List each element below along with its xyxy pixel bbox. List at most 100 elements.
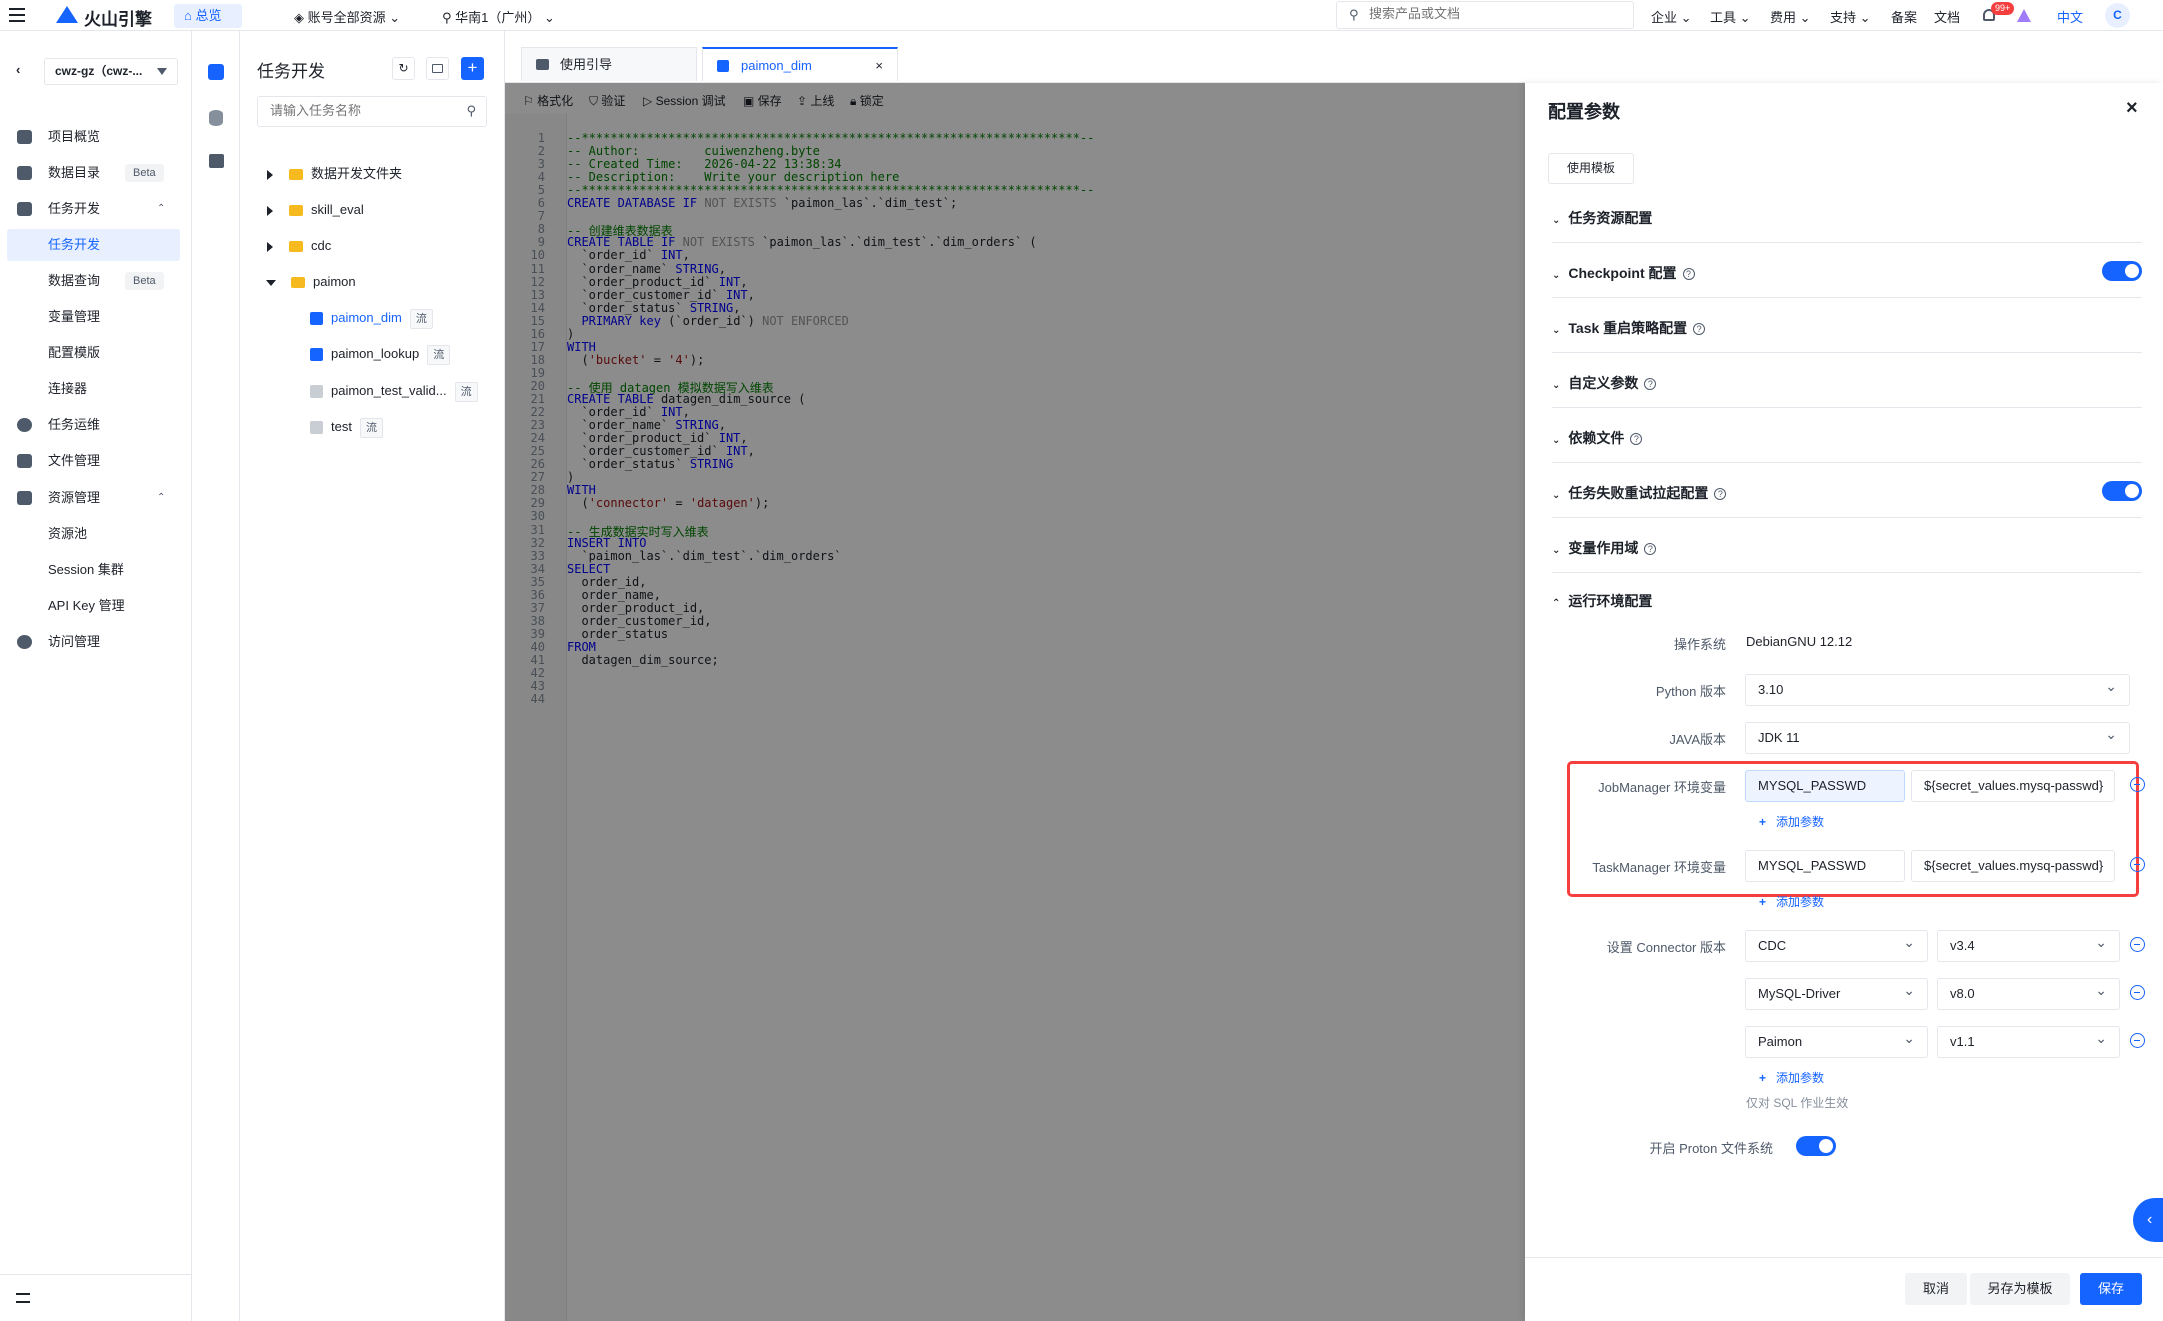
menu-docs[interactable]: 文档 (1934, 7, 1960, 26)
add-taskmanager-param-button[interactable]: + 添加参数 (1759, 893, 1824, 910)
nav-config-template[interactable]: 配置模版 (0, 337, 192, 369)
nav-resource-pool[interactable]: 资源池 (0, 518, 192, 550)
connector-name-select[interactable]: Paimon (1745, 1026, 1928, 1058)
side-expand-button[interactable]: ‹ (2133, 1198, 2163, 1242)
nav-file-mgmt[interactable]: 文件管理 (0, 445, 192, 477)
jobmanager-env-value-input[interactable]: ${secret_values.mysq-passwd} (1911, 770, 2115, 802)
global-search-input[interactable] (1369, 6, 1619, 21)
remove-taskmanager-env-icon[interactable] (2130, 857, 2145, 872)
close-icon[interactable]: × (2126, 97, 2138, 120)
use-template-button[interactable]: 使用模板 (1548, 153, 1634, 184)
nav-project-overview[interactable]: 项目概览 (0, 121, 192, 153)
cancel-button[interactable]: 取消 (1905, 1273, 1967, 1305)
task-search-input[interactable] (270, 103, 450, 118)
tree-file[interactable]: test 流 (310, 414, 383, 440)
tree-folder[interactable]: skill_eval (267, 197, 364, 223)
modal-mask[interactable] (505, 83, 1525, 1321)
connector-name-select[interactable]: CDC (1745, 930, 1928, 962)
project-selector[interactable]: cwz-gz（cwz-... (44, 58, 178, 85)
section-title: ⌄ 自定义参数? (1552, 373, 1657, 393)
help-icon[interactable]: ? (1644, 543, 1657, 556)
add-task-button[interactable]: + (461, 57, 484, 80)
java-version-select[interactable]: JDK 11 (1745, 722, 2130, 754)
home-icon (536, 59, 549, 70)
config-section[interactable]: ⌄ Checkpoint 配置? (1552, 243, 2142, 298)
help-icon[interactable]: ? (1693, 323, 1706, 336)
config-drawer: 配置参数 × 使用模板 ⌄ 任务资源配置 ⌄ Checkpoint 配置? ⌄ Task … (1525, 83, 2163, 1321)
section-toggle[interactable] (2102, 261, 2142, 281)
save-as-template-button[interactable]: 另存为模板 (1970, 1273, 2070, 1305)
config-section[interactable]: ⌄ 依赖文件? (1552, 408, 2142, 463)
help-icon[interactable]: ? (1714, 488, 1727, 501)
menu-enterprise[interactable]: 企业 ⌄ (1651, 7, 1692, 26)
home-button[interactable]: ⌂ 总览 (174, 4, 242, 28)
help-icon[interactable]: ? (1630, 433, 1643, 446)
new-folder-button[interactable] (426, 57, 449, 80)
config-section[interactable]: ⌄ 变量作用域? (1552, 518, 2142, 573)
nav-session-cluster[interactable]: Session 集群 (0, 554, 192, 586)
remove-connector-icon[interactable] (2130, 937, 2145, 952)
jobmanager-env-key-input[interactable]: MYSQL_PASSWD (1745, 770, 1905, 802)
remove-connector-icon[interactable] (2130, 985, 2145, 1000)
proton-toggle[interactable] (1796, 1136, 1836, 1156)
tree-folder[interactable]: 数据开发文件夹 (267, 161, 402, 187)
nav-task-ops[interactable]: 任务运维 (0, 409, 192, 441)
nav-data-catalog[interactable]: 数据目录 Beta (0, 157, 192, 189)
tree-folder[interactable]: paimon (266, 269, 356, 295)
nav-access-mgmt[interactable]: 访问管理 (0, 626, 192, 658)
nav-task-dev-group[interactable]: 任务开发 ⌃ (0, 193, 192, 225)
tree-file[interactable]: paimon_lookup 流 (310, 341, 451, 367)
sql-editor-icon[interactable] (208, 64, 224, 80)
taskmanager-env-key-input[interactable]: MYSQL_PASSWD (1745, 850, 1905, 882)
add-jobmanager-param-button[interactable]: + 添加参数 (1759, 813, 1824, 830)
menu-fold-icon[interactable] (16, 1293, 30, 1303)
taskmanager-env-value-input[interactable]: ${secret_values.mysq-passwd} (1911, 850, 2115, 882)
global-search[interactable]: ⚲ (1336, 1, 1634, 29)
section-runtime[interactable]: ⌃ 运行环境配置 (1552, 591, 1652, 611)
menu-filing[interactable]: 备案 (1891, 7, 1917, 26)
nav-variable-mgmt[interactable]: 变量管理 (0, 301, 192, 333)
collapse-nav-button[interactable]: ‹ (16, 62, 34, 82)
help-icon[interactable]: ? (1682, 268, 1695, 281)
connector-name-select[interactable]: MySQL-Driver (1745, 978, 1928, 1010)
nav-connector[interactable]: 连接器 (0, 373, 192, 405)
archive-icon[interactable] (209, 154, 224, 168)
tree-file-selected[interactable]: paimon_dim 流 (310, 305, 433, 331)
add-connector-param-button[interactable]: + 添加参数 (1759, 1069, 1824, 1086)
tab-paimon-dim[interactable]: paimon_dim × (702, 47, 898, 81)
save-config-button[interactable]: 保存 (2080, 1273, 2142, 1305)
connector-version-select[interactable]: v8.0 (1937, 978, 2120, 1010)
database-icon[interactable] (209, 110, 223, 126)
nav-task-dev[interactable]: 任务开发 (7, 229, 180, 261)
help-icon[interactable]: ? (1644, 378, 1657, 391)
config-section[interactable]: ⌄ 任务失败重试拉起配置? (1552, 463, 2142, 518)
tree-folder[interactable]: cdc (267, 233, 331, 259)
menu-billing[interactable]: 费用 ⌄ (1770, 7, 1811, 26)
tree-file[interactable]: paimon_test_valid... 流 (310, 378, 478, 404)
region-selector[interactable]: ⚲ 华南1（广州） ⌄ (442, 7, 555, 26)
hamburger-icon[interactable] (9, 8, 25, 22)
task-search[interactable]: ⚲ (257, 96, 487, 127)
config-section[interactable]: ⌄ 任务资源配置 (1552, 188, 2142, 243)
close-tab-icon[interactable]: × (875, 49, 883, 83)
nav-data-query[interactable]: 数据查询 Beta (0, 265, 192, 297)
account-selector[interactable]: ◈ 账号全部资源 ⌄ (294, 7, 400, 26)
task-tree-panel: 任务开发 ↻ + ⚲ 数据开发文件夹 skill_eval cdc paimon… (240, 31, 505, 1321)
config-section[interactable]: ⌄ 自定义参数? (1552, 353, 2142, 408)
remove-connector-icon[interactable] (2130, 1033, 2145, 1048)
nav-api-key[interactable]: API Key 管理 (0, 590, 192, 622)
nav-resource-mgmt[interactable]: 资源管理 ⌃ (0, 482, 192, 514)
menu-tools[interactable]: 工具 ⌄ (1710, 7, 1751, 26)
remove-jobmanager-env-icon[interactable] (2130, 777, 2145, 792)
python-version-select[interactable]: 3.10 (1745, 674, 2130, 706)
refresh-button[interactable]: ↻ (392, 57, 415, 80)
assistant-icon[interactable] (2017, 9, 2031, 22)
section-toggle[interactable] (2102, 481, 2142, 501)
menu-support[interactable]: 支持 ⌄ (1830, 7, 1871, 26)
config-section[interactable]: ⌄ Task 重启策略配置? (1552, 298, 2142, 353)
avatar[interactable]: C (2105, 3, 2130, 28)
connector-version-select[interactable]: v1.1 (1937, 1026, 2120, 1058)
language-switch[interactable]: 中文 (2057, 7, 2083, 26)
tab-guide[interactable]: 使用引导 (521, 47, 697, 81)
connector-version-select[interactable]: v3.4 (1937, 930, 2120, 962)
